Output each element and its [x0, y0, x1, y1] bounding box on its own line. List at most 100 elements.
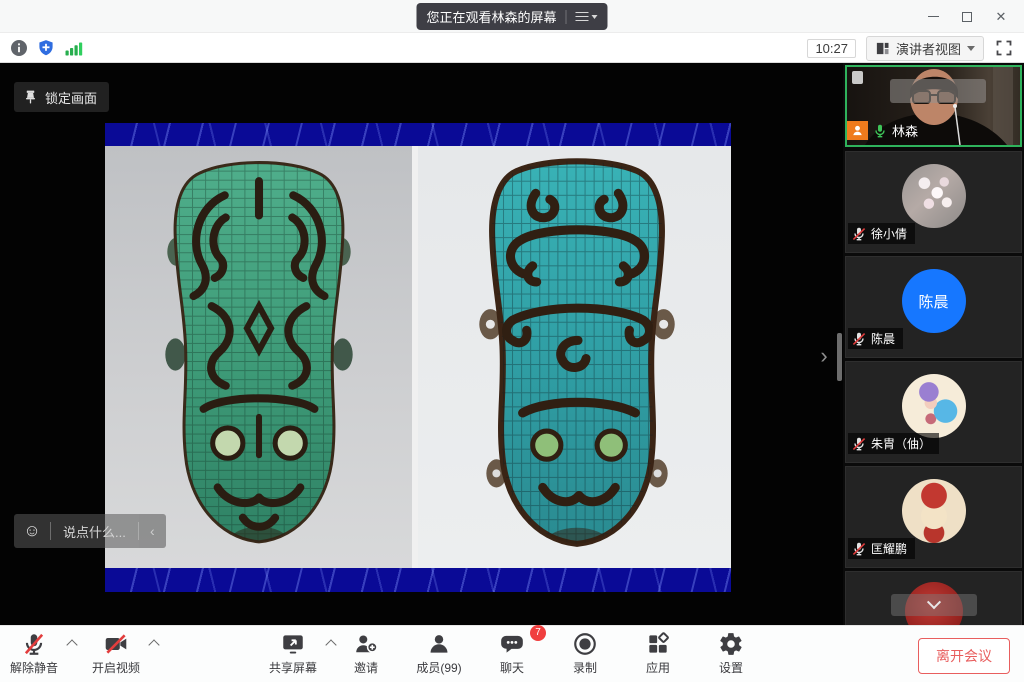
apps-label: 应用	[646, 659, 670, 676]
slide-bottom-band	[105, 568, 731, 592]
mic-muted-icon	[852, 542, 866, 556]
participant-tile-zhuzhou[interactable]: 朱胄（伷）	[845, 361, 1022, 463]
participant-label: 徐小倩	[848, 223, 915, 244]
turquoise-plaque-left	[125, 153, 393, 561]
slide-photos	[105, 146, 731, 568]
chevron-down-icon	[592, 15, 598, 19]
chat-button[interactable]: 7 聊天	[486, 631, 538, 676]
mic-muted-icon	[852, 227, 866, 241]
pin-icon	[23, 89, 38, 105]
chevron-down-icon	[926, 595, 940, 609]
unmute-button[interactable]: 解除静音	[8, 631, 60, 676]
invite-button[interactable]: 邀请	[340, 631, 392, 676]
control-bar-left: 解除静音 开启视频	[8, 631, 142, 676]
chevron-down-icon	[967, 46, 975, 51]
sidebar-collapse-button[interactable]: ›	[816, 342, 832, 370]
record-button[interactable]: 录制	[559, 631, 611, 676]
meeting-timer: 10:27	[807, 39, 856, 58]
participant-tile-partial[interactable]	[845, 571, 1022, 625]
share-screen-icon	[280, 631, 306, 657]
mic-on-icon	[873, 124, 887, 138]
artifact-photo-left	[105, 146, 412, 568]
avatar	[902, 374, 966, 438]
avatar	[902, 164, 966, 228]
main-area: 锁定画面 ☺ 说点什么... ‹ ›	[0, 63, 1024, 625]
titlebar: 您正在观看林森的屏幕 ✕	[0, 0, 1024, 33]
minimize-icon	[928, 16, 939, 18]
participants-sidebar: 林森 徐小倩	[843, 63, 1024, 625]
turquoise-plaque-right	[438, 153, 712, 561]
invite-person-icon	[353, 631, 379, 657]
watching-banner: 您正在观看林森的屏幕	[416, 3, 607, 30]
participant-label: 匡耀鹏	[848, 538, 915, 559]
chat-label: 聊天	[500, 659, 524, 676]
minimize-button[interactable]	[916, 0, 950, 33]
settings-label: 设置	[719, 659, 743, 676]
lock-view-button[interactable]: 锁定画面	[14, 82, 109, 112]
video-corner-tag	[852, 71, 863, 84]
participant-name: 朱胄（伷）	[871, 435, 931, 452]
settings-button[interactable]: 设置	[705, 631, 757, 676]
toolbar-left	[10, 33, 84, 63]
invite-label: 邀请	[354, 659, 378, 676]
presenter-badge-icon	[847, 121, 868, 140]
banner-divider	[566, 10, 567, 24]
mic-muted-icon	[21, 631, 47, 657]
start-video-label: 开启视频	[92, 659, 140, 676]
avatar: 陈晨	[902, 269, 966, 333]
leave-meeting-button[interactable]: 离开会议	[918, 638, 1010, 674]
meeting-window: 您正在观看林森的屏幕 ✕	[0, 0, 1024, 682]
participant-tile-chenchen[interactable]: 陈晨 陈晨	[845, 256, 1022, 358]
apps-grid-icon	[645, 631, 671, 657]
members-icon	[426, 631, 452, 657]
avatar	[902, 479, 966, 543]
emoji-icon[interactable]: ☺	[14, 514, 50, 548]
control-bar-center: 共享屏幕 邀请 成员(99)	[267, 631, 757, 676]
shared-screen-stage: 锁定画面 ☺ 说点什么... ‹ ›	[0, 63, 843, 625]
participant-tile-xuxiaoqian[interactable]: 徐小倩	[845, 151, 1022, 253]
maximize-button[interactable]	[950, 0, 984, 33]
sidebar-scrollbar[interactable]	[837, 333, 842, 381]
quick-chat-input[interactable]: 说点什么...	[51, 522, 138, 541]
network-signal-icon[interactable]	[64, 39, 84, 57]
participants-scroll-down-button[interactable]	[891, 594, 977, 616]
banner-menu-button[interactable]	[576, 12, 598, 21]
participant-name: 徐小倩	[871, 225, 907, 242]
view-mode-label: 演讲者视图	[896, 39, 961, 58]
mic-muted-icon	[852, 437, 866, 451]
slide-top-band	[105, 123, 731, 146]
participant-badges: 林森	[847, 121, 918, 140]
shared-slide	[105, 123, 731, 592]
share-options-caret[interactable]	[325, 639, 336, 650]
members-button[interactable]: 成员(99)	[413, 631, 465, 676]
meeting-toolbar: 10:27 演讲者视图	[0, 33, 1024, 63]
record-icon	[572, 631, 598, 657]
gear-icon	[718, 631, 744, 657]
participant-label: 陈晨	[848, 328, 903, 349]
fullscreen-icon[interactable]	[994, 38, 1014, 58]
close-button[interactable]: ✕	[984, 0, 1018, 33]
participant-tile-linsen[interactable]: 林森	[845, 65, 1022, 147]
participant-name: 陈晨	[871, 330, 895, 347]
layout-icon	[875, 41, 890, 56]
participant-label: 朱胄（伷）	[848, 433, 939, 454]
artifact-photo-right	[418, 146, 731, 568]
video-options-caret[interactable]	[148, 639, 159, 650]
window-controls: ✕	[916, 0, 1018, 33]
meeting-info-icon[interactable]	[10, 39, 28, 57]
unmute-label: 解除静音	[10, 659, 58, 676]
security-shield-icon[interactable]	[37, 39, 55, 57]
apps-button[interactable]: 应用	[632, 631, 684, 676]
share-screen-button[interactable]: 共享屏幕	[267, 631, 319, 676]
control-bar: 解除静音 开启视频 共享屏幕	[0, 625, 1024, 682]
quick-chat-collapse-button[interactable]: ‹	[139, 514, 166, 548]
maximize-icon	[962, 12, 972, 22]
share-screen-label: 共享屏幕	[269, 659, 317, 676]
mic-muted-icon	[852, 332, 866, 346]
participant-tile-kuangyaopeng[interactable]: 匡耀鹏	[845, 466, 1022, 568]
view-mode-button[interactable]: 演讲者视图	[866, 36, 984, 61]
start-video-button[interactable]: 开启视频	[90, 631, 142, 676]
audio-options-caret[interactable]	[66, 639, 77, 650]
watching-banner-text: 您正在观看林森的屏幕	[426, 7, 556, 26]
chat-unread-badge: 7	[530, 625, 546, 641]
